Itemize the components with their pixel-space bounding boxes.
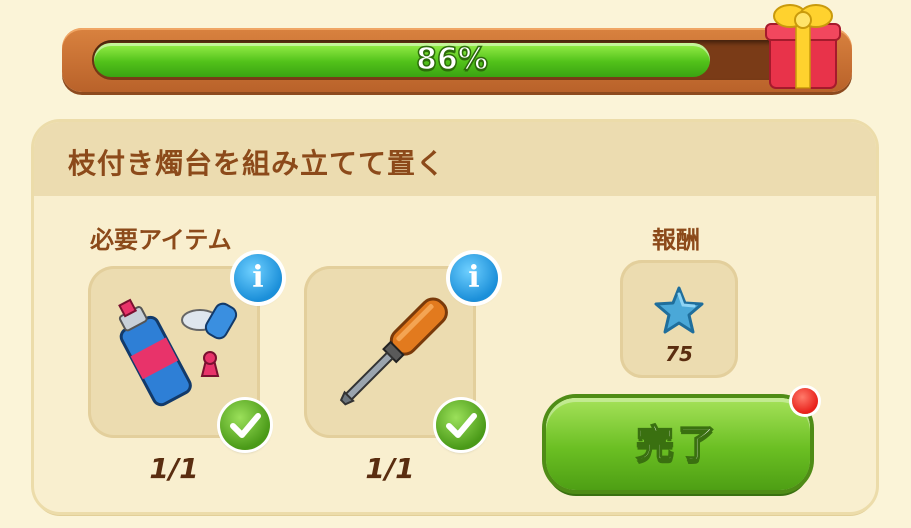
panel-header: 枝付き燭台を組み立てて置く: [34, 122, 876, 196]
required-item-2[interactable]: i: [304, 254, 498, 450]
reward-slot: 75: [620, 260, 738, 378]
required-items-label: 必要アイテム: [90, 226, 232, 254]
complete-button-label: 完了: [635, 421, 720, 467]
gift-box-icon[interactable]: [762, 0, 844, 92]
checkmark-icon: [220, 400, 270, 450]
item-2-count: 1/1: [365, 452, 415, 485]
task-panel: 枝付き燭台を組み立てて置く 必要アイテム i 1/1 i 1/1 報酬 75 完…: [34, 122, 876, 512]
task-title: 枝付き燭台を組み立てて置く: [68, 147, 446, 180]
checkmark-icon: [436, 400, 486, 450]
blue-star-icon: [654, 286, 704, 334]
item-1-count: 1/1: [149, 452, 199, 485]
progress-percent: 86%: [415, 41, 488, 78]
reward-amount: 75: [665, 342, 693, 366]
required-item-1[interactable]: i: [88, 254, 282, 450]
info-icon[interactable]: i: [450, 254, 498, 302]
glue-tube-icon: [118, 298, 238, 407]
reward-label: 報酬: [652, 226, 700, 254]
notification-dot: [792, 388, 818, 414]
complete-button[interactable]: 完了: [546, 398, 810, 490]
info-icon[interactable]: i: [234, 254, 282, 302]
progress-track: 86%: [92, 40, 812, 80]
progress-bar: 86%: [62, 28, 852, 92]
